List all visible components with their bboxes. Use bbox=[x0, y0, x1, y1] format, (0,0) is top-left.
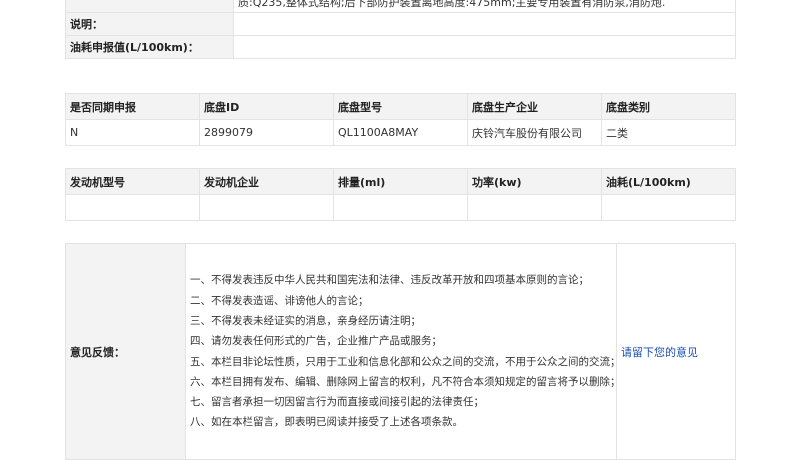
chassis-header: 是否同期申报 bbox=[65, 93, 200, 120]
rule-item: 四、请勿发表任何形式的广告，企业推广产品或服务； bbox=[190, 335, 442, 348]
engine-cell bbox=[601, 194, 736, 221]
spec-top-value: 质:Q235,整体式结构;后下部防护装置离地高度:475mm;主要专用装置有消防… bbox=[233, 0, 736, 13]
fuel-value bbox=[233, 35, 736, 59]
spec-row-note: 说明： bbox=[65, 12, 736, 36]
chassis-header-row: 是否同期申报 底盘ID 底盘型号 底盘生产企业 底盘类别 bbox=[65, 93, 736, 120]
chassis-cell: 庆铃汽车股份有限公司 bbox=[467, 119, 602, 146]
feedback-label: 意见反馈： bbox=[65, 243, 186, 460]
rule-item: 七、留言者承担一切因留言行为而直接或间接引起的法律责任； bbox=[190, 396, 484, 409]
note-label: 说明： bbox=[65, 12, 234, 36]
chassis-table: 是否同期申报 底盘ID 底盘型号 底盘生产企业 底盘类别 N 2899079 Q… bbox=[65, 93, 736, 146]
rule-item: 八、如在本栏留言，即表明已阅读并接受了上述各项条款。 bbox=[190, 416, 463, 429]
chassis-cell: N bbox=[65, 119, 200, 146]
note-value bbox=[233, 12, 736, 36]
engine-header: 排量(ml) bbox=[333, 168, 468, 195]
engine-cell bbox=[199, 194, 334, 221]
chassis-cell: 2899079 bbox=[199, 119, 334, 146]
engine-table: 发动机型号 发动机企业 排量(ml) 功率(kw) 油耗(L/100km) bbox=[65, 168, 736, 221]
rule-item: 六、本栏目拥有发布、编辑、删除网上留言的权利，凡不符合本须知规定的留言将予以删除… bbox=[190, 375, 621, 388]
engine-header: 发动机型号 bbox=[65, 168, 200, 195]
spec-top-label bbox=[65, 0, 234, 13]
engine-cell bbox=[467, 194, 602, 221]
feedback-rules: 一、不得发表违反中华人民共和国宪法和法律、违反改革开放和四项基本原则的言论； 二… bbox=[185, 243, 621, 460]
feedback-table: 意见反馈： 一、不得发表违反中华人民共和国宪法和法律、违反改革开放和四项基本原则… bbox=[65, 243, 736, 460]
spec-row-fuel: 油耗申报值(L/100km)： bbox=[65, 35, 736, 59]
chassis-header: 底盘型号 bbox=[333, 93, 468, 120]
engine-cell bbox=[333, 194, 468, 221]
chassis-header: 底盘ID bbox=[199, 93, 334, 120]
engine-header: 功率(kw) bbox=[467, 168, 602, 195]
engine-header: 发动机企业 bbox=[199, 168, 334, 195]
rule-item: 一、不得发表违反中华人民共和国宪法和法律、违反改革开放和四项基本原则的言论； bbox=[190, 274, 589, 287]
chassis-data-row: N 2899079 QL1100A8MAY 庆铃汽车股份有限公司 二类 bbox=[65, 119, 736, 146]
engine-cell bbox=[65, 194, 200, 221]
rule-item: 二、不得发表造谣、诽谤他人的言论； bbox=[190, 294, 369, 307]
chassis-header: 底盘生产企业 bbox=[467, 93, 602, 120]
engine-data-row bbox=[65, 194, 736, 221]
fuel-label: 油耗申报值(L/100km)： bbox=[65, 35, 234, 59]
feedback-row: 意见反馈： 一、不得发表违反中华人民共和国宪法和法律、违反改革开放和四项基本原则… bbox=[65, 243, 736, 460]
rule-item: 五、本栏目非论坛性质，只用于工业和信息化部和公众之间的交流，不用于公众之间的交流… bbox=[190, 355, 621, 368]
chassis-cell: QL1100A8MAY bbox=[333, 119, 468, 146]
feedback-link-cell: 请留下您的意见 bbox=[616, 243, 736, 460]
spec-row-top: 质:Q235,整体式结构;后下部防护装置离地高度:475mm;主要专用装置有消防… bbox=[65, 0, 736, 13]
rule-item: 三、不得发表未经证实的消息，亲身经历请注明； bbox=[190, 314, 421, 327]
spec-table: 质:Q235,整体式结构;后下部防护装置离地高度:475mm;主要专用装置有消防… bbox=[65, 0, 736, 59]
chassis-cell: 二类 bbox=[601, 119, 736, 146]
engine-header: 油耗(L/100km) bbox=[601, 168, 736, 195]
leave-feedback-link[interactable]: 请留下您的意见 bbox=[621, 346, 698, 359]
engine-header-row: 发动机型号 发动机企业 排量(ml) 功率(kw) 油耗(L/100km) bbox=[65, 168, 736, 195]
chassis-header: 底盘类别 bbox=[601, 93, 736, 120]
